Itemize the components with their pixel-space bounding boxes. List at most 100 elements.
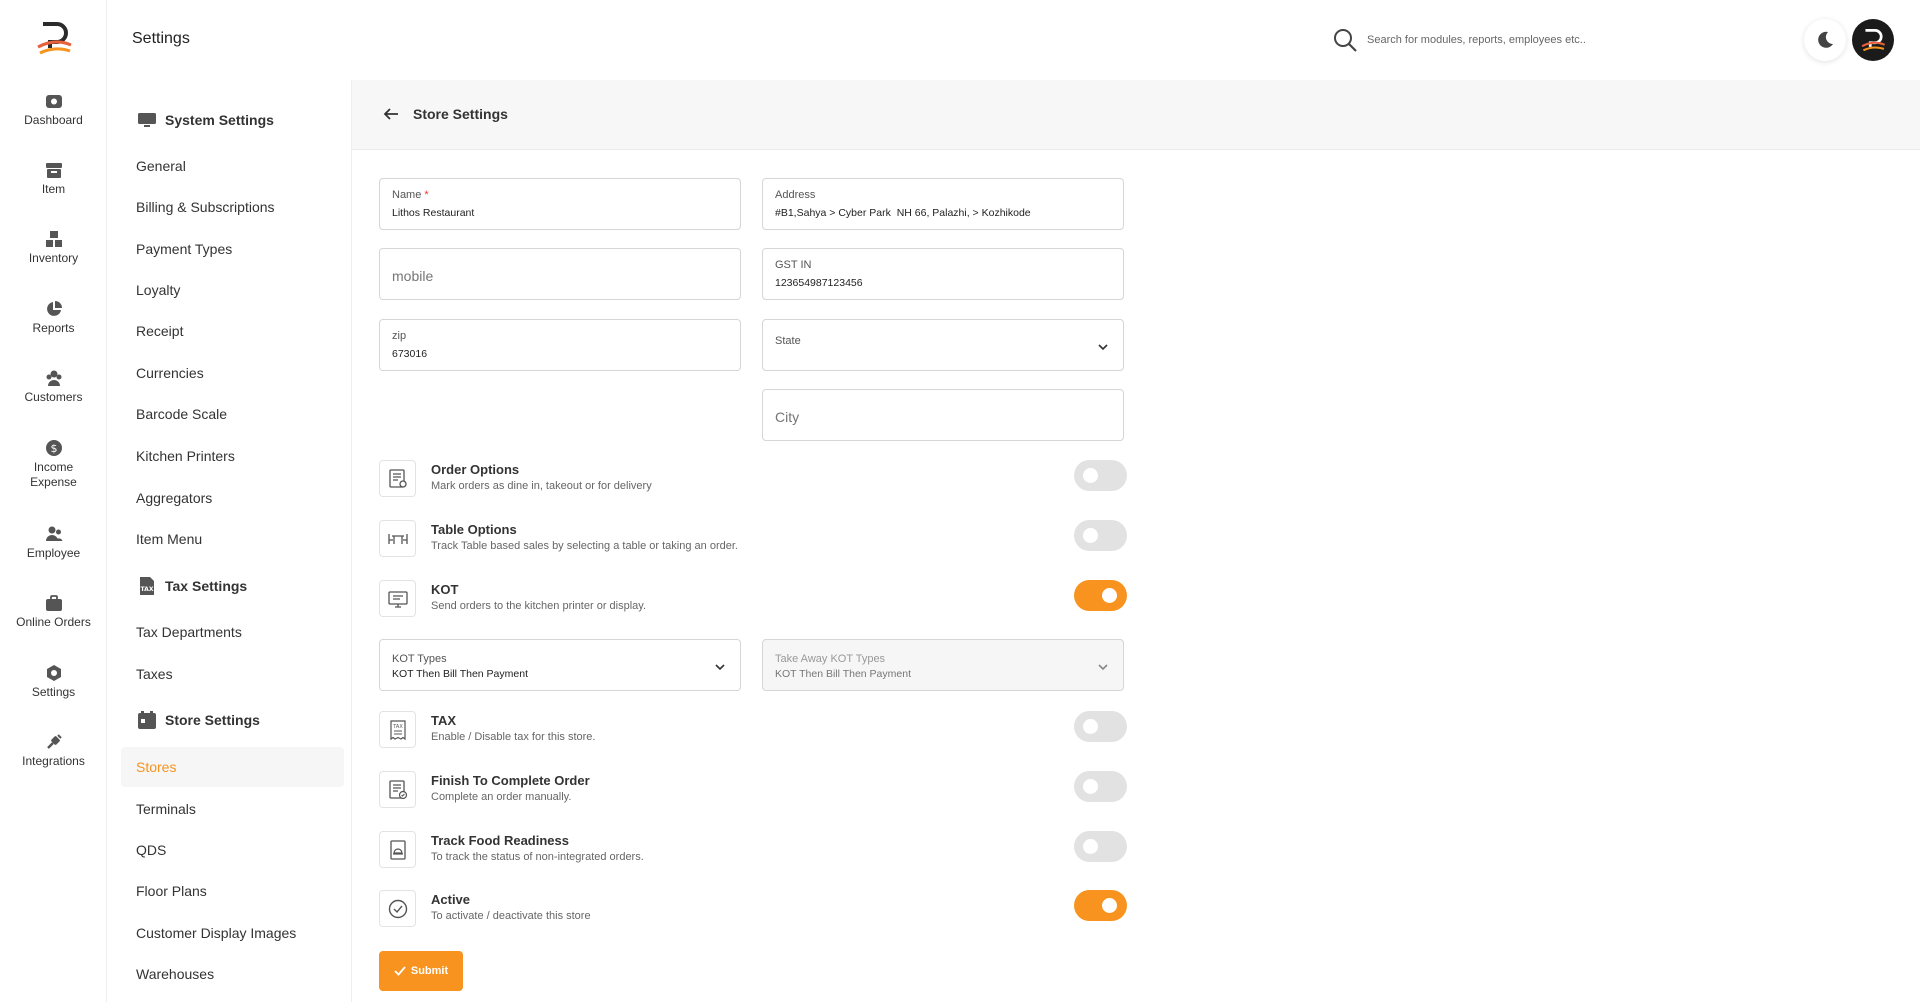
- finish-to-complete-order-toggle[interactable]: [1074, 771, 1127, 802]
- sidebar-item-customer-display-images[interactable]: Customer Display Images: [136, 925, 296, 941]
- search-input[interactable]: [1367, 28, 1667, 52]
- toggle-knob: [1083, 839, 1098, 854]
- sidebar-item-receipt[interactable]: Receipt: [136, 323, 183, 339]
- avatar[interactable]: [1852, 19, 1894, 61]
- kot-types-label: KOT Types: [392, 653, 447, 665]
- address-input[interactable]: [775, 207, 1110, 219]
- option-track-food-readiness: Track Food Readiness To track the status…: [379, 831, 1127, 875]
- sidebar-item-aggregators[interactable]: Aggregators: [136, 490, 212, 506]
- rail-item-label: Inventory: [28, 251, 79, 265]
- search-icon[interactable]: [1332, 27, 1358, 53]
- gst-input[interactable]: [775, 277, 1110, 289]
- address-field[interactable]: Address: [762, 178, 1124, 230]
- takeaway-kot-types-label: Take Away KOT Types: [775, 653, 886, 665]
- content-title: Store Settings: [413, 106, 508, 122]
- option-description: Enable / Disable tax for this store.: [431, 731, 596, 743]
- gst-field[interactable]: GST IN: [762, 248, 1124, 300]
- rail-item-dashboard[interactable]: Dashboard: [0, 92, 107, 128]
- chevron-down-icon: [715, 664, 725, 671]
- table-options-toggle[interactable]: [1074, 520, 1127, 551]
- rail-item-item[interactable]: Item: [0, 161, 107, 197]
- city-field[interactable]: [762, 389, 1124, 441]
- option-order-options: Order Options Mark orders as dine in, ta…: [379, 460, 1127, 504]
- option-title: Track Food Readiness: [431, 833, 569, 848]
- name-label: Name *: [392, 189, 429, 201]
- sidebar-item-tax-departments[interactable]: Tax Departments: [136, 624, 242, 640]
- zip-input[interactable]: [392, 348, 727, 360]
- option-description: Send orders to the kitchen printer or di…: [431, 600, 647, 612]
- sidebar-item-billing[interactable]: Billing & Subscriptions: [136, 199, 275, 215]
- tax-toggle[interactable]: [1074, 711, 1127, 742]
- sidebar-item-currencies[interactable]: Currencies: [136, 365, 204, 381]
- rail-item-inventory[interactable]: Inventory: [0, 230, 107, 266]
- sidebar-item-warehouses[interactable]: Warehouses: [136, 966, 214, 982]
- rail-item-income-expense[interactable]: $ Income Expense: [0, 439, 107, 490]
- sidebar-item-item-menu[interactable]: Item Menu: [136, 531, 202, 547]
- rail-item-employee[interactable]: Employee: [0, 525, 107, 561]
- reports-icon: [46, 301, 62, 316]
- city-input[interactable]: [775, 409, 1105, 425]
- mobile-input[interactable]: [392, 268, 722, 284]
- rail-item-reports[interactable]: Reports: [0, 300, 107, 336]
- rail-item-settings[interactable]: Settings: [0, 664, 107, 700]
- state-select[interactable]: State: [762, 319, 1124, 371]
- rail-item-customers[interactable]: Customers: [0, 369, 107, 405]
- order-options-toggle[interactable]: [1074, 460, 1127, 491]
- tax-receipt-icon: TAX: [379, 711, 416, 748]
- submit-label: Submit: [410, 965, 449, 977]
- mobile-field[interactable]: [379, 248, 741, 300]
- sidebar-item-general[interactable]: General: [136, 158, 186, 174]
- theme-toggle-button[interactable]: [1804, 19, 1846, 61]
- integrations-icon: [46, 734, 62, 749]
- online-orders-icon: [45, 595, 62, 611]
- sidebar-item-stores[interactable]: Stores: [136, 759, 176, 775]
- kot-types-select[interactable]: KOT Types KOT Then Bill Then Payment: [379, 639, 741, 691]
- option-finish-to-complete-order: Finish To Complete Order Complete an ord…: [379, 771, 1127, 815]
- option-title: Table Options: [431, 522, 517, 537]
- address-label: Address: [775, 189, 816, 201]
- chevron-down-icon: [1098, 344, 1108, 351]
- sidebar-group-system-settings: System Settings: [137, 110, 274, 130]
- gst-label: GST IN: [775, 259, 812, 271]
- employee-icon: [45, 526, 62, 541]
- back-arrow-icon[interactable]: [382, 105, 400, 123]
- toggle-knob: [1083, 528, 1098, 543]
- sidebar-item-barcode-scale[interactable]: Barcode Scale: [136, 406, 227, 422]
- sidebar-item-qds[interactable]: QDS: [136, 842, 166, 858]
- rail-item-online-orders[interactable]: Online Orders: [0, 594, 107, 630]
- sidebar-group-tax-settings: TAX Tax Settings: [137, 576, 247, 596]
- kot-toggle[interactable]: [1074, 580, 1127, 611]
- kitchen-display-icon: [379, 580, 416, 617]
- sidebar-group-label: Tax Settings: [165, 578, 248, 594]
- settings-sidebar: System Settings General Billing & Subscr…: [107, 80, 352, 1002]
- brand-logo-icon[interactable]: [35, 20, 73, 56]
- check-icon: [394, 966, 406, 976]
- sidebar-item-payment-types[interactable]: Payment Types: [136, 241, 232, 257]
- rail-item-integrations[interactable]: Integrations: [0, 733, 107, 769]
- kot-types-value: KOT Then Bill Then Payment: [392, 668, 528, 680]
- toggle-knob: [1102, 588, 1117, 603]
- sidebar-item-floor-plans[interactable]: Floor Plans: [136, 883, 207, 899]
- name-input[interactable]: [392, 207, 727, 219]
- zip-field[interactable]: zip: [379, 319, 741, 371]
- active-toggle[interactable]: [1074, 890, 1127, 921]
- sidebar-item-terminals[interactable]: Terminals: [136, 801, 196, 817]
- sidebar-group-label: System Settings: [165, 112, 274, 128]
- brand-logo-icon: [1861, 29, 1886, 52]
- option-kot: KOT Send orders to the kitchen printer o…: [379, 580, 1127, 624]
- submit-button[interactable]: Submit: [379, 951, 463, 991]
- toggle-knob: [1083, 719, 1098, 734]
- name-field[interactable]: Name *: [379, 178, 741, 230]
- zip-label: zip: [392, 330, 407, 342]
- toggle-knob: [1102, 898, 1117, 913]
- option-description: Complete an order manually.: [431, 791, 572, 803]
- svg-text:$: $: [50, 442, 57, 455]
- sidebar-group-label: Store Settings: [165, 712, 260, 728]
- track-food-readiness-toggle[interactable]: [1074, 831, 1127, 862]
- monitor-icon: [138, 113, 156, 127]
- sidebar-item-taxes[interactable]: Taxes: [136, 666, 173, 682]
- sidebar-item-kitchen-printers[interactable]: Kitchen Printers: [136, 448, 235, 464]
- icon-rail: Dashboard Item Inventory Reports Custome…: [0, 0, 107, 1002]
- toggle-knob: [1083, 468, 1098, 483]
- sidebar-item-loyalty[interactable]: Loyalty: [136, 282, 180, 298]
